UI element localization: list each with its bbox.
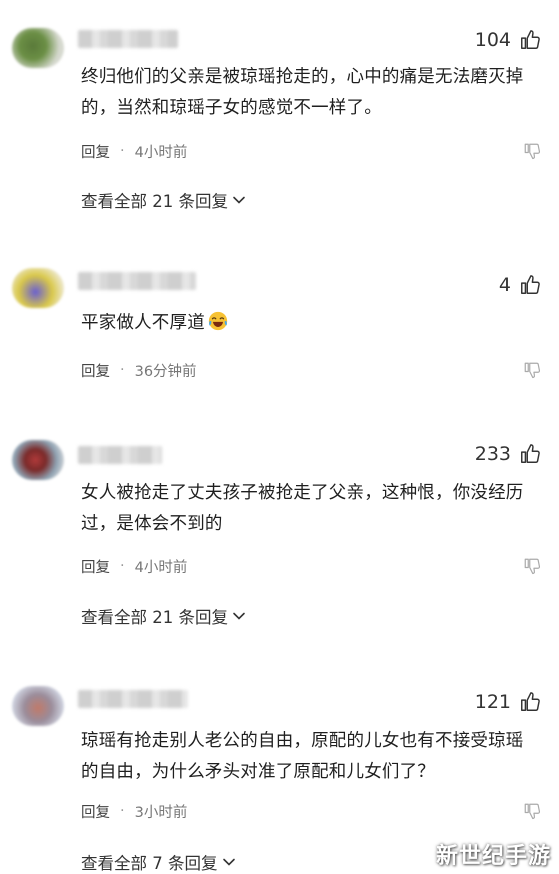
comment-text: 终归他们的父亲是被琼瑶抢走的，心中的痛是无法磨灭掉的，当然和琼瑶子女的感觉不一样… (81, 67, 524, 118)
separator-dot: · (120, 803, 125, 819)
thumbs-down-icon[interactable] (523, 361, 541, 379)
comment-meta: 回复 · 4小时前 (81, 555, 541, 577)
like-button[interactable]: 4 (499, 271, 541, 299)
chevron-down-icon (222, 855, 236, 869)
like-button[interactable]: 233 (475, 440, 541, 468)
reply-button[interactable]: 回复 (81, 801, 110, 822)
avatar[interactable] (12, 28, 64, 68)
thumbs-up-icon (519, 274, 541, 296)
reply-button[interactable]: 回复 (81, 360, 110, 381)
separator-dot: · (120, 143, 125, 159)
view-replies-link[interactable]: 查看全部 7 条回复 (81, 850, 236, 874)
comment-meta: 回复 · 4小时前 (81, 140, 541, 162)
view-replies-link[interactable]: 查看全部 21 条回复 (81, 604, 246, 628)
watermark: 新世纪手游 (435, 844, 551, 869)
avatar[interactable] (12, 440, 64, 480)
separator-dot: · (120, 362, 125, 378)
thumbs-down-icon[interactable] (523, 557, 541, 575)
avatar[interactable] (12, 686, 64, 726)
timestamp: 3小时前 (134, 804, 188, 821)
like-count: 121 (474, 691, 511, 713)
comment-meta: 回复 · 36分钟前 (81, 359, 541, 381)
comment-text: 琼瑶有抢走别人老公的自由，原配的儿女也有不接受琼瑶的自由，为什么矛头对准了原配和… (81, 731, 524, 782)
username-blurred[interactable] (78, 690, 188, 708)
timestamp: 4小时前 (134, 144, 188, 161)
timestamp: 36分钟前 (134, 363, 197, 380)
timestamp: 4小时前 (134, 559, 188, 576)
chevron-down-icon (232, 193, 246, 207)
view-replies-link[interactable]: 查看全部 21 条回复 (81, 188, 246, 212)
thumbs-down-icon[interactable] (523, 142, 541, 160)
comment-text: 平家做人不厚道 (81, 308, 541, 339)
separator-dot: · (120, 558, 125, 574)
username-blurred[interactable] (78, 446, 162, 464)
username-blurred[interactable] (78, 272, 196, 290)
thumbs-down-icon[interactable] (523, 802, 541, 820)
username-blurred[interactable] (78, 30, 178, 48)
comment-text-content: 平家做人不厚道 (81, 313, 205, 333)
like-count: 4 (498, 274, 511, 296)
comment-text: 女人被抢走了丈夫孩子被抢走了父亲，这种恨，你没经历过，是体会不到的 (81, 483, 524, 534)
thumbs-up-icon (519, 29, 541, 51)
like-button[interactable]: 104 (475, 26, 541, 54)
thumbs-up-icon (519, 691, 541, 713)
like-count: 104 (474, 29, 511, 51)
like-button[interactable]: 121 (475, 688, 541, 716)
thumbs-up-icon (519, 443, 541, 465)
like-count: 233 (474, 443, 511, 465)
view-replies-label: 查看全部 7 条回复 (81, 854, 218, 873)
avatar[interactable] (12, 268, 64, 308)
reply-button[interactable]: 回复 (81, 141, 110, 162)
comment-meta: 回复 · 3小时前 (81, 800, 541, 822)
reply-button[interactable]: 回复 (81, 556, 110, 577)
view-replies-label: 查看全部 21 条回复 (81, 192, 228, 211)
view-replies-label: 查看全部 21 条回复 (81, 608, 228, 627)
laughing-crying-emoji-icon (208, 311, 228, 331)
chevron-down-icon (232, 609, 246, 623)
